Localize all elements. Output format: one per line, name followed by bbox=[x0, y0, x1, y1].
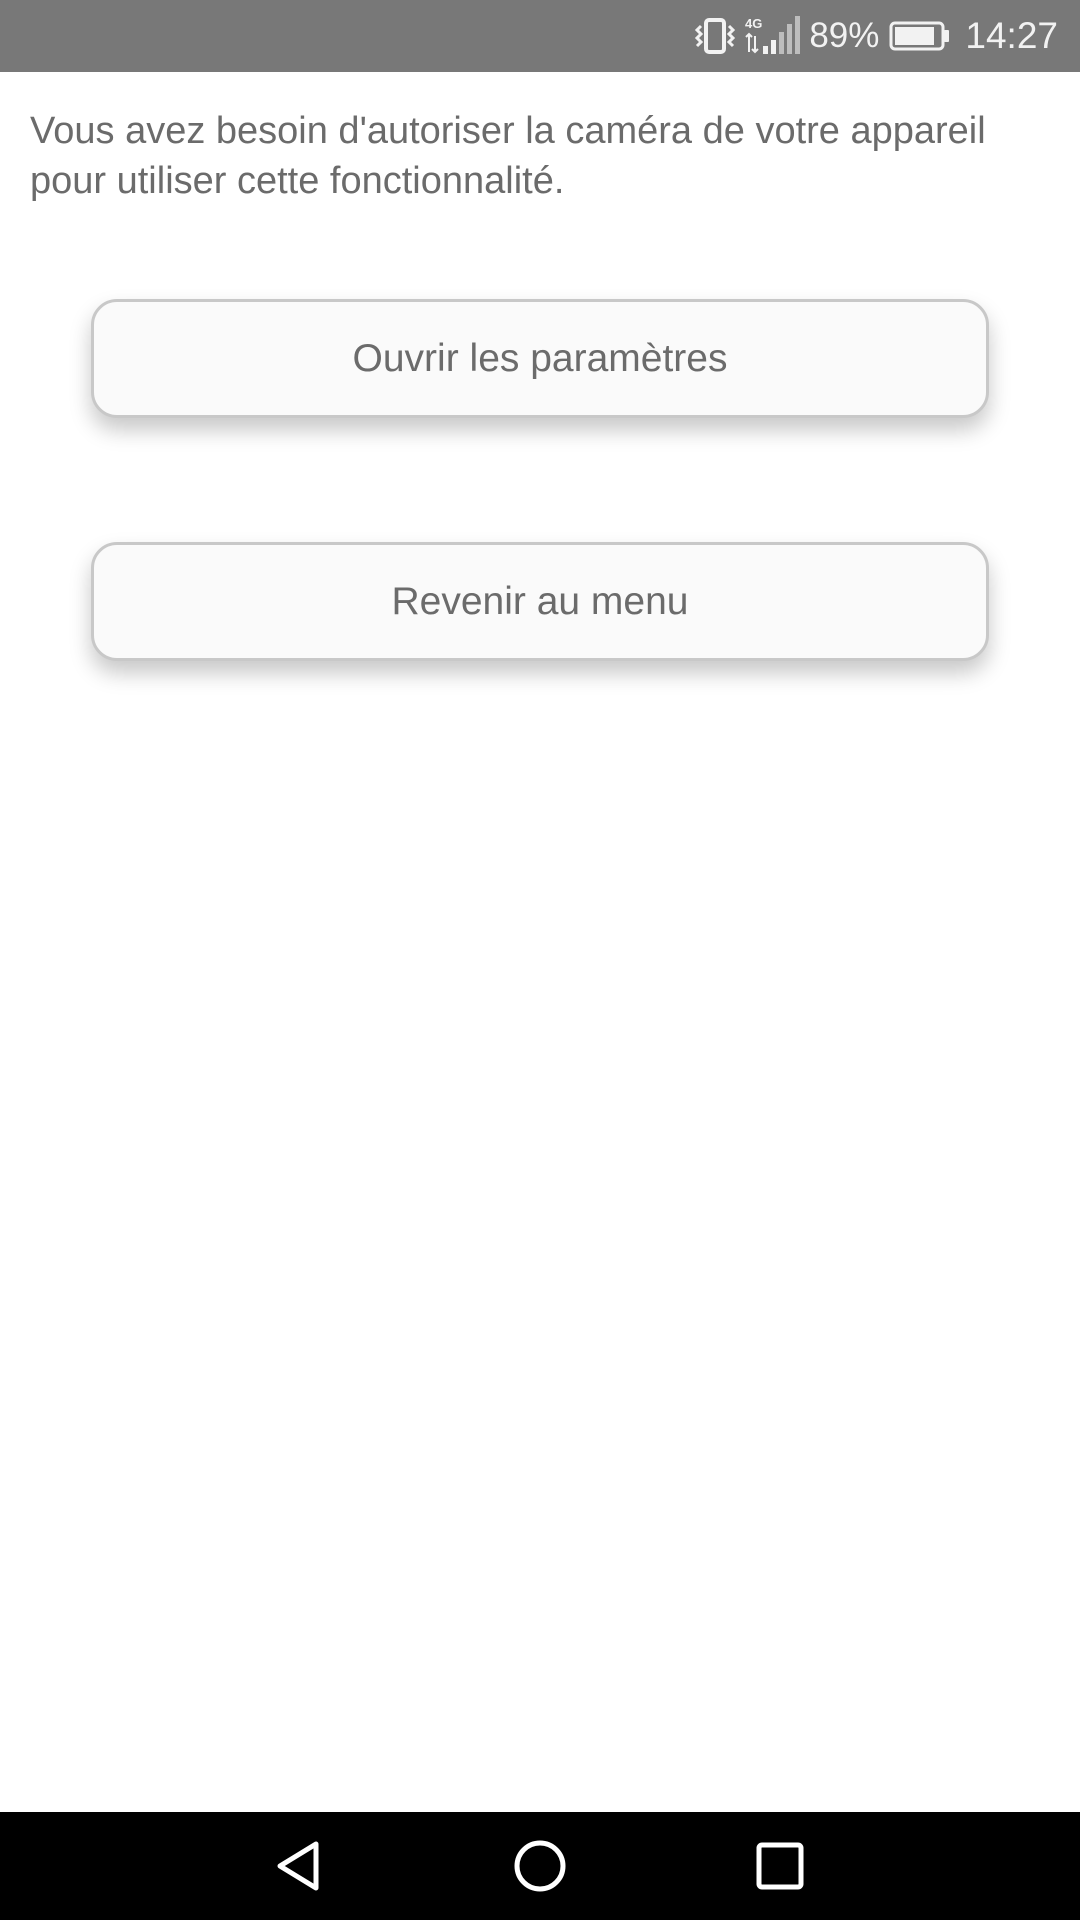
screen: 4G 89% 14:27 Vous avez besoin d'autorise… bbox=[0, 0, 1080, 1920]
recent-apps-button[interactable] bbox=[740, 1826, 820, 1906]
open-settings-button[interactable]: Ouvrir les paramètres bbox=[91, 299, 989, 418]
battery-icon bbox=[889, 20, 951, 52]
back-icon bbox=[277, 1841, 319, 1891]
battery-percent: 89% bbox=[809, 16, 880, 55]
back-button[interactable] bbox=[260, 1826, 340, 1906]
status-bar: 4G 89% 14:27 bbox=[0, 0, 1080, 72]
navigation-bar bbox=[0, 1812, 1080, 1920]
status-icons: 4G 89% 14:27 bbox=[693, 0, 1058, 72]
permission-message: Vous avez besoin d'autoriser la caméra d… bbox=[30, 110, 986, 202]
home-button[interactable] bbox=[500, 1826, 580, 1906]
signal-icon: 4G bbox=[745, 14, 803, 58]
home-icon bbox=[514, 1840, 566, 1892]
clock: 14:27 bbox=[965, 15, 1058, 56]
back-to-menu-button[interactable]: Revenir au menu bbox=[91, 542, 989, 661]
vibrate-icon bbox=[693, 16, 737, 56]
recent-apps-icon bbox=[756, 1842, 804, 1890]
network-type-label: 4G bbox=[745, 16, 762, 31]
